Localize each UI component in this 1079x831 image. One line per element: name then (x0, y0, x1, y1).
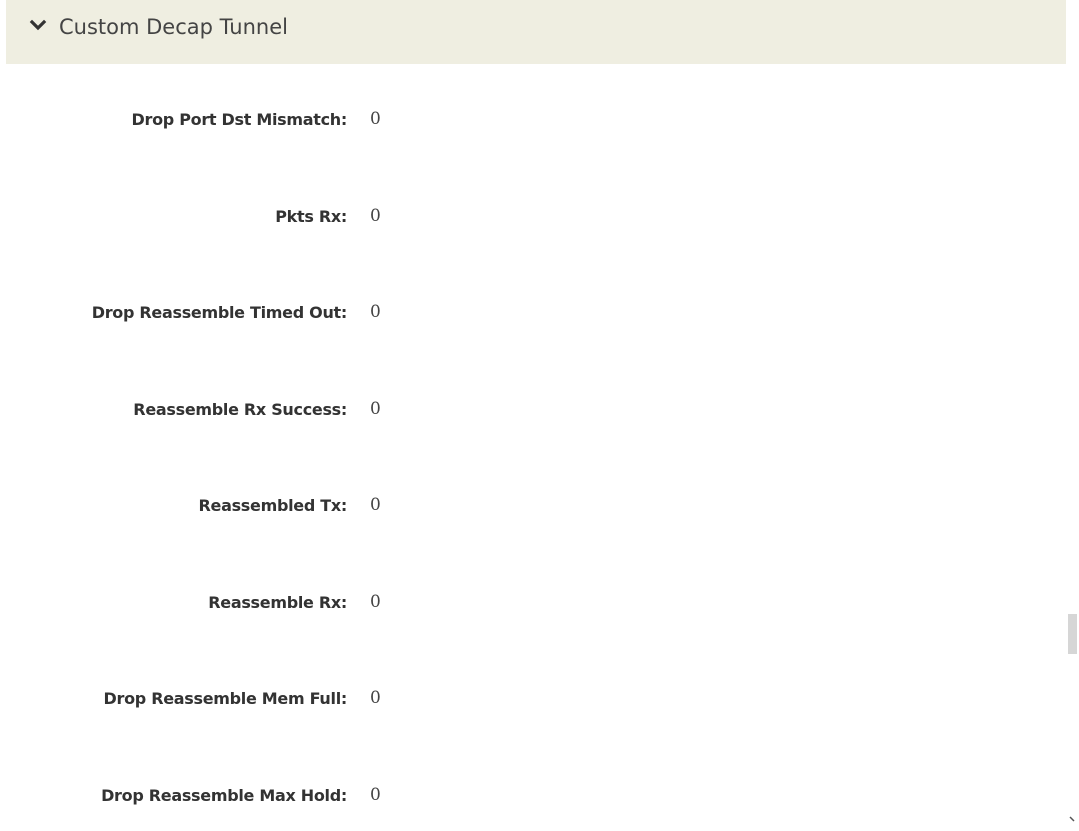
stat-row-reassemble-rx-success: Reassemble Rx Success: 0 (0, 386, 1060, 483)
stat-row-drop-reassemble-mem-full: Drop Reassemble Mem Full: 0 (0, 675, 1060, 772)
stat-value: 0 (370, 784, 381, 805)
stat-value: 0 (370, 495, 381, 515)
stat-label: Reassembled Tx: (198, 496, 348, 515)
stat-value: 0 (370, 688, 381, 708)
stat-value: 0 (370, 591, 381, 612)
stat-value: 0 (370, 302, 381, 322)
stats-list: Drop Port Dst Mismatch: 0 Pkts Rx: 0 Dro… (0, 96, 1060, 831)
chevron-down-icon[interactable] (29, 17, 47, 35)
scrollbar-thumb[interactable] (1068, 614, 1077, 654)
stat-row-drop-reassemble-timed-out: Drop Reassemble Timed Out: 0 (0, 289, 1060, 386)
section-header-custom-decap-tunnel[interactable]: Custom Decap Tunnel (6, 0, 1066, 64)
stat-row-pkts-rx: Pkts Rx: 0 (0, 193, 1060, 290)
stat-label: Reassemble Rx Success: (133, 399, 347, 419)
page: Custom Decap Tunnel Drop Port Dst Mismat… (0, 0, 1079, 831)
vertical-scrollbar[interactable] (1066, 0, 1079, 831)
stat-row-drop-reassemble-max-hold: Drop Reassemble Max Hold: 0 (0, 772, 1060, 831)
stat-row-drop-port-dst-mismatch: Drop Port Dst Mismatch: 0 (0, 96, 1060, 193)
stat-value: 0 (370, 109, 381, 129)
stat-label: Pkts Rx: (275, 206, 347, 226)
stat-label: Drop Reassemble Max Hold: (101, 785, 347, 805)
stat-label: Drop Reassemble Mem Full: (103, 689, 348, 708)
stat-label: Drop Reassemble Timed Out: (91, 303, 348, 322)
stat-row-reassemble-rx: Reassemble Rx: 0 (0, 579, 1060, 676)
stat-value: 0 (370, 205, 381, 226)
stat-value: 0 (370, 398, 381, 419)
stat-row-reassembled-tx: Reassembled Tx: 0 (0, 482, 1060, 579)
scroll-down-arrow-icon[interactable] (1068, 814, 1078, 824)
stat-label: Reassemble Rx: (208, 592, 347, 612)
section-title: Custom Decap Tunnel (59, 15, 288, 39)
stat-label: Drop Port Dst Mismatch: (131, 110, 348, 129)
